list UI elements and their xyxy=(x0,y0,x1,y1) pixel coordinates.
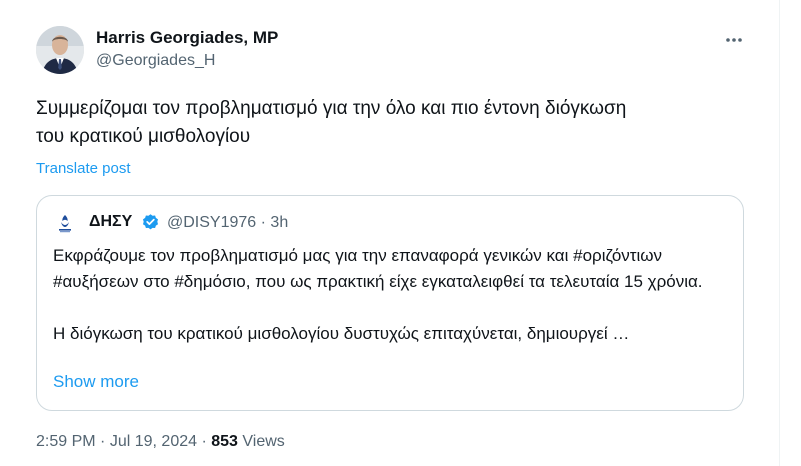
tweet-container: Harris Georgiades, MP @Georgiades_H Συμμ… xyxy=(0,0,780,466)
quoted-post-time[interactable]: 3h xyxy=(270,214,288,231)
meta-separator: · xyxy=(201,433,207,450)
quoted-post-text: Εκφράζουμε τον προβληματισμό μας για την… xyxy=(53,243,728,347)
post-date[interactable]: Jul 19, 2024 xyxy=(110,433,197,450)
quoted-author-name[interactable]: ΔΗΣΥ xyxy=(89,213,132,231)
post-meta: 2:59 PM · Jul 19, 2024 · 853 Views xyxy=(36,433,285,451)
meta-separator: · xyxy=(100,433,106,450)
quoted-author-handle[interactable]: @DISY1976 xyxy=(167,214,256,231)
post-time[interactable]: 2:59 PM xyxy=(36,433,96,450)
author-name[interactable]: Harris Georgiades, MP xyxy=(96,28,278,48)
quoted-paragraph-1: Εκφράζουμε τον προβληματισμό μας για την… xyxy=(53,246,703,291)
views-label: Views xyxy=(242,433,285,450)
meta-separator: · xyxy=(260,214,266,231)
avatar-photo xyxy=(36,26,84,74)
author-avatar[interactable] xyxy=(36,26,84,74)
author-handle[interactable]: @Georgiades_H xyxy=(96,52,215,70)
show-more-link[interactable]: Show more xyxy=(53,372,139,392)
verified-badge-icon xyxy=(141,213,160,232)
more-horizontal-icon xyxy=(726,38,742,42)
more-options-button[interactable] xyxy=(718,26,750,54)
quoted-post[interactable]: ΔΗΣΥ @DISY1976 · 3h Εκφράζουμε τον προβλ… xyxy=(36,195,744,411)
post-text: Συμμερίζομαι τον προβληματισμό για την ό… xyxy=(36,98,627,147)
views-count: 853 xyxy=(211,433,238,450)
quoted-paragraph-2: Η διόγκωση του κρατικού μισθολογίου δυστ… xyxy=(53,324,630,343)
party-logo-icon xyxy=(54,212,76,234)
quoted-author-avatar[interactable] xyxy=(54,212,76,234)
quoted-author-meta: @DISY1976 · 3h xyxy=(167,214,288,232)
translate-post-link[interactable]: Translate post xyxy=(36,160,131,177)
